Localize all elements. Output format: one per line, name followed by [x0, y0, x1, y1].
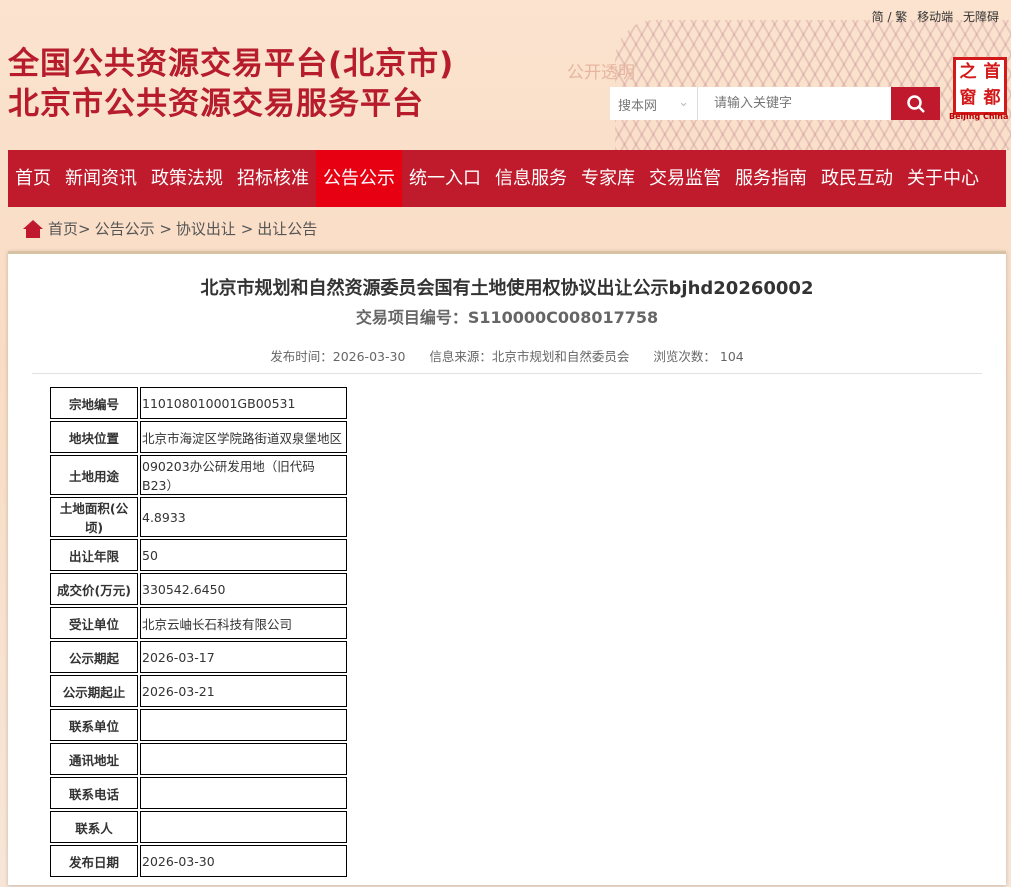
field-label: 出让年限 — [50, 539, 138, 571]
field-label: 成交价(万元) — [50, 573, 138, 605]
field-label: 土地用途 — [50, 455, 138, 495]
field-value — [140, 811, 347, 843]
field-label: 联系单位 — [50, 709, 138, 741]
breadcrumb-announcements[interactable]: 公告公示 > — [95, 218, 172, 239]
breadcrumb-home[interactable]: 首页> — [48, 218, 91, 239]
field-value: 110108010001GB00531 — [140, 387, 347, 419]
table-row: 发布日期 2026-03-30 — [50, 845, 347, 877]
table-row: 受让单位 北京云岫长石科技有限公司 — [50, 607, 347, 639]
field-label: 公示期起 — [50, 641, 138, 673]
field-value: 50 — [140, 539, 347, 571]
nav-item[interactable]: 公告公示 — [316, 150, 402, 207]
seal-char: 窗 — [959, 88, 977, 108]
table-row: 地块位置 北京市海淀区学院路街道双泉堡地区 — [50, 421, 347, 453]
field-value: 北京云岫长石科技有限公司 — [140, 607, 347, 639]
search-button[interactable] — [891, 87, 940, 120]
seal-char: 首 — [983, 62, 1001, 82]
search-scope-select[interactable]: 搜本网 ⌄ — [610, 87, 698, 120]
nav-item[interactable]: 政民互动 — [814, 150, 900, 207]
table-row: 土地面积(公顷) 4.8933 — [50, 497, 347, 537]
nav-item[interactable]: 专家库 — [574, 150, 642, 207]
capital-window-logo[interactable]: 之首窗都 — [953, 57, 1007, 115]
table-row: 出让年限 50 — [50, 539, 347, 571]
table-row: 宗地编号 110108010001GB00531 — [50, 387, 347, 419]
nav-item[interactable]: 政策法规 — [144, 150, 230, 207]
field-value: 090203办公研发用地（旧代码B23） — [140, 455, 347, 495]
field-value: 2026-03-30 — [140, 845, 347, 877]
table-row: 联系电话 — [50, 777, 347, 809]
nav-item[interactable]: 信息服务 — [488, 150, 574, 207]
search-bar: 搜本网 ⌄ — [610, 87, 940, 120]
field-value — [140, 777, 347, 809]
breadcrumb-agreement-transfer[interactable]: 协议出让 > — [176, 218, 253, 239]
nav-item[interactable]: 交易监管 — [642, 150, 728, 207]
field-label: 土地面积(公顷) — [50, 497, 138, 537]
search-scope-label: 搜本网 — [618, 99, 658, 114]
table-row: 土地用途 090203办公研发用地（旧代码B23） — [50, 455, 347, 495]
site-title-national: 全国公共资源交易平台(北京市) — [8, 46, 455, 82]
field-label: 公示期起止 — [50, 675, 138, 707]
nav-item[interactable]: 统一入口 — [402, 150, 488, 207]
info-source: 信息来源：北京市规划和自然委员会 — [429, 349, 630, 364]
nav-item[interactable]: 服务指南 — [728, 150, 814, 207]
seal-char: 之 — [959, 62, 977, 82]
field-value — [140, 743, 347, 775]
nav-item[interactable]: 招标核准 — [230, 150, 316, 207]
field-value: 2026-03-21 — [140, 675, 347, 707]
table-row: 联系单位 — [50, 709, 347, 741]
search-input[interactable] — [698, 87, 891, 120]
field-value: 330542.6450 — [140, 573, 347, 605]
slogan: 公开透明 — [567, 63, 635, 83]
nav-item[interactable]: 关于中心 — [900, 150, 986, 207]
article-meta: 发布时间：2026-03-30 信息来源：北京市规划和自然委员会 浏览次数： 1… — [32, 346, 982, 374]
chevron-down-icon: ⌄ — [678, 95, 689, 110]
site-title-beijing: 北京市公共资源交易服务平台 — [8, 86, 424, 122]
field-value — [140, 709, 347, 741]
field-value: 北京市海淀区学院路街道双泉堡地区 — [140, 421, 347, 453]
field-label: 地块位置 — [50, 421, 138, 453]
nav-item[interactable]: 首页 — [8, 150, 58, 207]
field-label: 宗地编号 — [50, 387, 138, 419]
table-row: 公示期起 2026-03-17 — [50, 641, 347, 673]
article-card: 北京市规划和自然资源委员会国有土地使用权协议出让公示bjhd20260002 交… — [8, 251, 1006, 885]
search-icon — [906, 94, 925, 113]
article-title: 北京市规划和自然资源委员会国有土地使用权协议出让公示bjhd20260002 — [200, 278, 814, 299]
seal-subtitle: Beijing China — [949, 112, 1009, 121]
field-label: 受让单位 — [50, 607, 138, 639]
nav-item[interactable]: 新闻资讯 — [58, 150, 144, 207]
publish-time: 发布时间：2026-03-30 — [270, 349, 406, 364]
field-label: 通讯地址 — [50, 743, 138, 775]
view-count: 浏览次数： 104 — [653, 349, 744, 364]
stadium-banner-image — [615, 20, 1011, 150]
table-row: 成交价(万元) 330542.6450 — [50, 573, 347, 605]
field-label: 联系电话 — [50, 777, 138, 809]
breadcrumb-current: 出让公告 — [257, 220, 318, 238]
field-value: 2026-03-17 — [140, 641, 347, 673]
breadcrumb: 首页> 公告公示 > 协议出让 > 出让公告 — [22, 218, 317, 239]
seal-char: 都 — [983, 88, 1001, 108]
table-row: 联系人 — [50, 811, 347, 843]
project-number: 交易项目编号：S110000C008017758 — [355, 308, 659, 327]
main-nav: 首页 新闻资讯 政策法规 招标核准 公告公示 统一入口 信息服务 专家库 交易监管 服务指南 政民互… — [8, 150, 1006, 207]
land-info-table: 宗地编号 110108010001GB00531 地块位置 北京市海淀区学院路街道双泉… — [48, 385, 349, 879]
field-label: 发布日期 — [50, 845, 138, 877]
table-row: 公示期起止 2026-03-21 — [50, 675, 347, 707]
field-value: 4.8933 — [140, 497, 347, 537]
table-row: 通讯地址 — [50, 743, 347, 775]
home-icon — [23, 219, 43, 238]
field-label: 联系人 — [50, 811, 138, 843]
